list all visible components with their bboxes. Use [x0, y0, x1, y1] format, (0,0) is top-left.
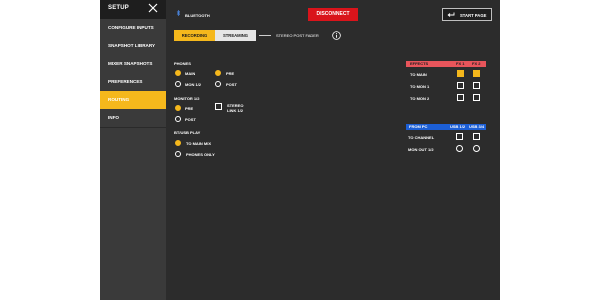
sidebar-title: SETUP — [108, 5, 130, 11]
stereo-post-fader-label: STEREO POST FADER — [276, 33, 319, 38]
sidebar-item-mixer-snapshots[interactable]: MIXER SNAPSHOTS — [100, 55, 166, 74]
stereo-post-fader-line — [259, 35, 271, 36]
start-page-button[interactable]: START PAGE — [442, 8, 492, 21]
sidebar-item-label: CONFIGURE INPUTS — [108, 25, 154, 30]
monitor-pre-radio[interactable] — [175, 105, 181, 111]
phones-pre-radio[interactable] — [215, 70, 221, 76]
effects-row-to-mon1-label: TO MON 1 — [410, 84, 430, 89]
sidebar-item-label: PREFERENCES — [108, 79, 143, 84]
bt-usb-to-main-mix-label: TO MAIN MIX — [186, 141, 212, 146]
effects-to-mon1-fx1-checkbox[interactable] — [457, 82, 464, 89]
effects-header: EFFECTS — [410, 61, 429, 66]
from-pc-to-channel-usb34-checkbox[interactable] — [473, 133, 480, 140]
effects-to-main-fx2-checkbox[interactable] — [473, 70, 480, 77]
effects-col-fx1: FX 1 — [456, 61, 465, 66]
bt-usb-phones-only-label: PHONES ONLY — [186, 152, 215, 157]
bluetooth-icon — [176, 10, 181, 16]
start-page-label: START PAGE — [460, 13, 487, 18]
phones-title: PHONES — [174, 61, 191, 66]
from-pc-mon-out-usb12-radio[interactable] — [456, 145, 463, 152]
close-icon[interactable] — [148, 3, 158, 13]
return-arrow-icon — [447, 12, 455, 17]
from-pc-mon-out-label: MON OUT 1/2 — [408, 147, 434, 152]
sidebar-item-info[interactable]: INFO — [100, 109, 166, 128]
monitor-title: MONITOR 1/2 — [174, 96, 200, 101]
effects-row-to-main-label: TO MAIN — [410, 72, 427, 77]
phones-mon12-label: MON 1/2 — [185, 82, 202, 87]
stereo-link-label: STEREO LINK 1/2 — [227, 103, 244, 113]
monitor-post-label: POST — [185, 117, 196, 122]
from-pc-to-channel-label: TO CHANNEL — [408, 135, 435, 140]
effects-to-mon2-fx1-checkbox[interactable] — [457, 94, 464, 101]
sidebar-item-label: ROUTING — [108, 97, 130, 102]
sidebar: SETUP CONFIGURE INPUTS SNAPSHOT LIBRARY … — [100, 0, 166, 300]
bt-usb-play-title: BT/USB PLAY — [174, 130, 201, 135]
setup-window: SETUP CONFIGURE INPUTS SNAPSHOT LIBRARY … — [100, 0, 500, 300]
from-pc-col-usb12: USB 1/2 — [450, 124, 466, 129]
bluetooth-label: BLUETOOTH — [185, 13, 210, 18]
sidebar-item-routing[interactable]: ROUTING — [100, 91, 166, 110]
tab-recording[interactable]: RECORDING — [174, 30, 215, 41]
phones-post-label: POST — [226, 82, 237, 87]
sidebar-item-configure-inputs[interactable]: CONFIGURE INPUTS — [100, 19, 166, 38]
effects-row-to-mon2-label: TO MON 2 — [410, 96, 430, 101]
effects-to-mon2-fx2-checkbox[interactable] — [473, 94, 480, 101]
phones-pre-label: PRE — [226, 71, 235, 76]
sidebar-header: SETUP — [100, 0, 166, 19]
monitor-post-radio[interactable] — [175, 116, 181, 122]
sidebar-item-label: INFO — [108, 115, 119, 120]
sidebar-item-preferences[interactable]: PREFERENCES — [100, 73, 166, 92]
bt-usb-phones-only-radio[interactable] — [175, 151, 181, 157]
from-pc-to-channel-usb12-checkbox[interactable] — [456, 133, 463, 140]
from-pc-col-usb34: USB 3/4 — [469, 124, 485, 129]
monitor-pre-label: PRE — [185, 106, 194, 111]
sidebar-item-label: MIXER SNAPSHOTS — [108, 61, 153, 66]
bt-usb-to-main-mix-radio[interactable] — [175, 140, 181, 146]
effects-to-mon1-fx2-checkbox[interactable] — [473, 82, 480, 89]
tab-streaming[interactable]: STREAMING — [215, 30, 256, 41]
info-icon[interactable] — [332, 31, 341, 40]
disconnect-button[interactable]: DISCONNECT — [308, 8, 358, 21]
from-pc-mon-out-usb34-radio[interactable] — [473, 145, 480, 152]
phones-main-radio[interactable] — [175, 70, 181, 76]
stereo-link-checkbox[interactable] — [215, 103, 222, 110]
phones-main-label: MAIN — [185, 71, 196, 76]
sidebar-item-label: SNAPSHOT LIBRARY — [108, 43, 156, 48]
effects-col-fx2: FX 2 — [472, 61, 481, 66]
from-pc-header: FROM PC — [409, 124, 428, 129]
phones-post-radio[interactable] — [215, 81, 221, 87]
sidebar-item-snapshot-library[interactable]: SNAPSHOT LIBRARY — [100, 37, 166, 56]
phones-mon12-radio[interactable] — [175, 81, 181, 87]
effects-to-main-fx1-checkbox[interactable] — [457, 70, 464, 77]
